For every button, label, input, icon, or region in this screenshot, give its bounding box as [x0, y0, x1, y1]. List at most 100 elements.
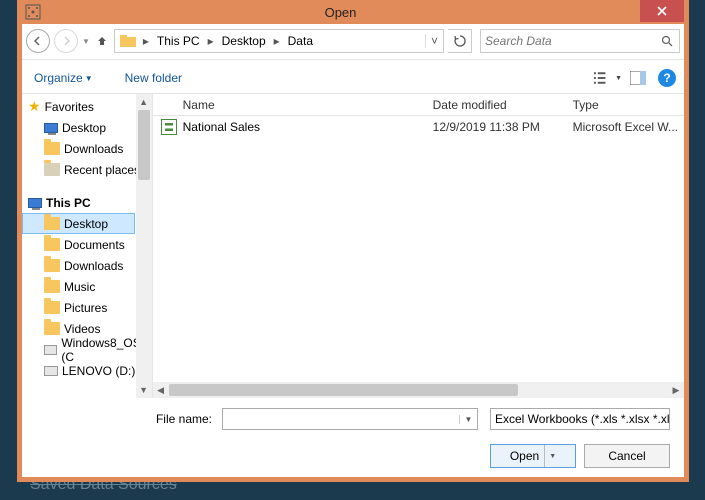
filename-label: File name: — [36, 412, 216, 426]
dialog-title: Open — [41, 5, 640, 20]
tree-label: Recent places — [64, 163, 140, 177]
excel-file-icon — [161, 119, 177, 135]
drive-icon — [44, 345, 57, 355]
organize-label: Organize — [34, 71, 83, 85]
open-label: Open — [510, 449, 539, 463]
tree-scrollbar[interactable]: ▲ ▼ — [136, 94, 152, 398]
forward-arrow-icon — [61, 36, 71, 46]
new-folder-button[interactable]: New folder — [121, 67, 186, 89]
tree-pc-win8[interactable]: Windows8_OS (C — [22, 339, 152, 360]
search-icon[interactable] — [655, 35, 679, 47]
filename-combo[interactable]: ▼ — [222, 408, 478, 430]
folder-icon — [44, 142, 60, 155]
toolbar: Organize▼ New folder ▼ ? — [22, 63, 684, 93]
preview-pane-button[interactable] — [624, 66, 652, 90]
folder-icon — [44, 259, 60, 272]
close-button[interactable] — [640, 0, 684, 22]
chevron-down-icon[interactable]: ▼ — [544, 445, 556, 467]
tree-favorites[interactable]: ★Favorites — [22, 96, 152, 117]
desktop-icon — [44, 123, 58, 133]
preview-pane-icon — [630, 71, 646, 85]
help-button[interactable]: ? — [658, 69, 676, 87]
tree-label: Pictures — [64, 301, 107, 315]
column-headers: Name Date modified Type — [153, 94, 684, 116]
organize-menu[interactable]: Organize▼ — [30, 67, 97, 89]
chevron-down-icon[interactable]: ▼ — [459, 415, 477, 424]
up-arrow-icon — [96, 35, 108, 47]
back-button[interactable] — [26, 29, 50, 53]
drive-icon — [44, 366, 58, 376]
tree-fav-recent[interactable]: Recent places — [22, 159, 152, 180]
chevron-right-icon[interactable]: ▸ — [204, 34, 218, 48]
tree-label: Videos — [64, 322, 100, 336]
tree-fav-desktop[interactable]: Desktop — [22, 117, 152, 138]
up-button[interactable] — [94, 35, 110, 47]
file-row[interactable]: National Sales 12/9/2019 11:38 PM Micros… — [153, 116, 684, 138]
tree-label: This PC — [46, 196, 91, 210]
tree-label: Documents — [64, 238, 125, 252]
chevron-right-icon[interactable]: ▸ — [139, 34, 153, 48]
scroll-track[interactable] — [136, 110, 152, 382]
tree-pc-pictures[interactable]: Pictures — [22, 297, 152, 318]
scroll-down-icon[interactable]: ▼ — [136, 382, 152, 398]
chevron-right-icon[interactable]: ▸ — [270, 34, 284, 48]
nav-tree: ★Favorites Desktop Downloads Recent plac… — [22, 94, 153, 398]
chevron-down-icon: ▼ — [670, 415, 671, 424]
tree-thispc[interactable]: This PC — [22, 192, 152, 213]
chevron-down-icon: ▼ — [85, 74, 93, 83]
scroll-left-icon[interactable]: ◀ — [153, 385, 169, 396]
view-options-button[interactable]: ▼ — [594, 66, 622, 90]
new-folder-label: New folder — [125, 71, 182, 85]
refresh-icon — [454, 35, 466, 47]
folder-icon — [44, 238, 60, 251]
breadcrumb-thispc[interactable]: This PC — [153, 34, 204, 48]
folder-icon — [44, 217, 60, 230]
button-row: Open ▼ Cancel — [36, 444, 670, 468]
file-date: 12/9/2019 11:38 PM — [433, 120, 573, 134]
tree-label: Desktop — [64, 217, 108, 231]
open-button[interactable]: Open ▼ — [490, 444, 576, 468]
scroll-thumb[interactable] — [138, 110, 150, 180]
tree-label: Desktop — [62, 121, 106, 135]
horizontal-scrollbar[interactable]: ◀ ▶ — [153, 382, 684, 398]
tree-pc-desktop[interactable]: Desktop — [22, 213, 135, 234]
breadcrumb-data[interactable]: Data — [284, 34, 317, 48]
tree-label: Favorites — [45, 100, 94, 114]
filename-row: File name: ▼ Excel Workbooks (*.xls *.xl… — [36, 408, 670, 430]
scroll-track[interactable] — [169, 384, 668, 396]
forward-button[interactable] — [54, 29, 78, 53]
folder-icon — [44, 301, 60, 314]
body-area: ★Favorites Desktop Downloads Recent plac… — [22, 93, 684, 398]
recent-dropdown-icon[interactable]: ▼ — [82, 37, 90, 46]
cancel-button[interactable]: Cancel — [584, 444, 670, 468]
cancel-label: Cancel — [608, 449, 645, 463]
search-input[interactable] — [481, 34, 655, 48]
column-type[interactable]: Type — [573, 98, 684, 112]
refresh-button[interactable] — [448, 29, 472, 53]
breadcrumb-desktop[interactable]: Desktop — [218, 34, 270, 48]
back-arrow-icon — [33, 36, 43, 46]
column-date[interactable]: Date modified — [433, 98, 573, 112]
view-list-icon — [594, 71, 613, 85]
tree-pc-documents[interactable]: Documents — [22, 234, 152, 255]
tree-pc-downloads[interactable]: Downloads — [22, 255, 152, 276]
tree-fav-downloads[interactable]: Downloads — [22, 138, 152, 159]
folder-icon — [119, 32, 137, 50]
search-box[interactable] — [480, 29, 680, 53]
scroll-thumb[interactable] — [169, 384, 519, 396]
scroll-right-icon[interactable]: ▶ — [668, 385, 684, 396]
tree-label: Music — [64, 280, 95, 294]
tree-label: Downloads — [64, 259, 123, 273]
tree-pc-lenovo[interactable]: LENOVO (D:) — [22, 360, 152, 381]
filter-label: Excel Workbooks (*.xls *.xlsx *.xl — [495, 412, 670, 426]
filename-input[interactable] — [223, 412, 459, 426]
tree-pc-music[interactable]: Music — [22, 276, 152, 297]
open-dialog: Open ▼ ▸ This PC ▸ Desktop ▸ Data ˅ Orga… — [17, 0, 689, 482]
file-type-filter[interactable]: Excel Workbooks (*.xls *.xlsx *.xl ▼ — [490, 408, 670, 430]
footer: File name: ▼ Excel Workbooks (*.xls *.xl… — [22, 398, 684, 468]
close-icon — [657, 6, 667, 16]
breadcrumb-bar[interactable]: ▸ This PC ▸ Desktop ▸ Data ˅ — [114, 29, 444, 53]
scroll-up-icon[interactable]: ▲ — [136, 94, 152, 110]
column-name[interactable]: Name — [183, 98, 433, 112]
breadcrumb-dropdown-icon[interactable]: ˅ — [425, 34, 443, 48]
